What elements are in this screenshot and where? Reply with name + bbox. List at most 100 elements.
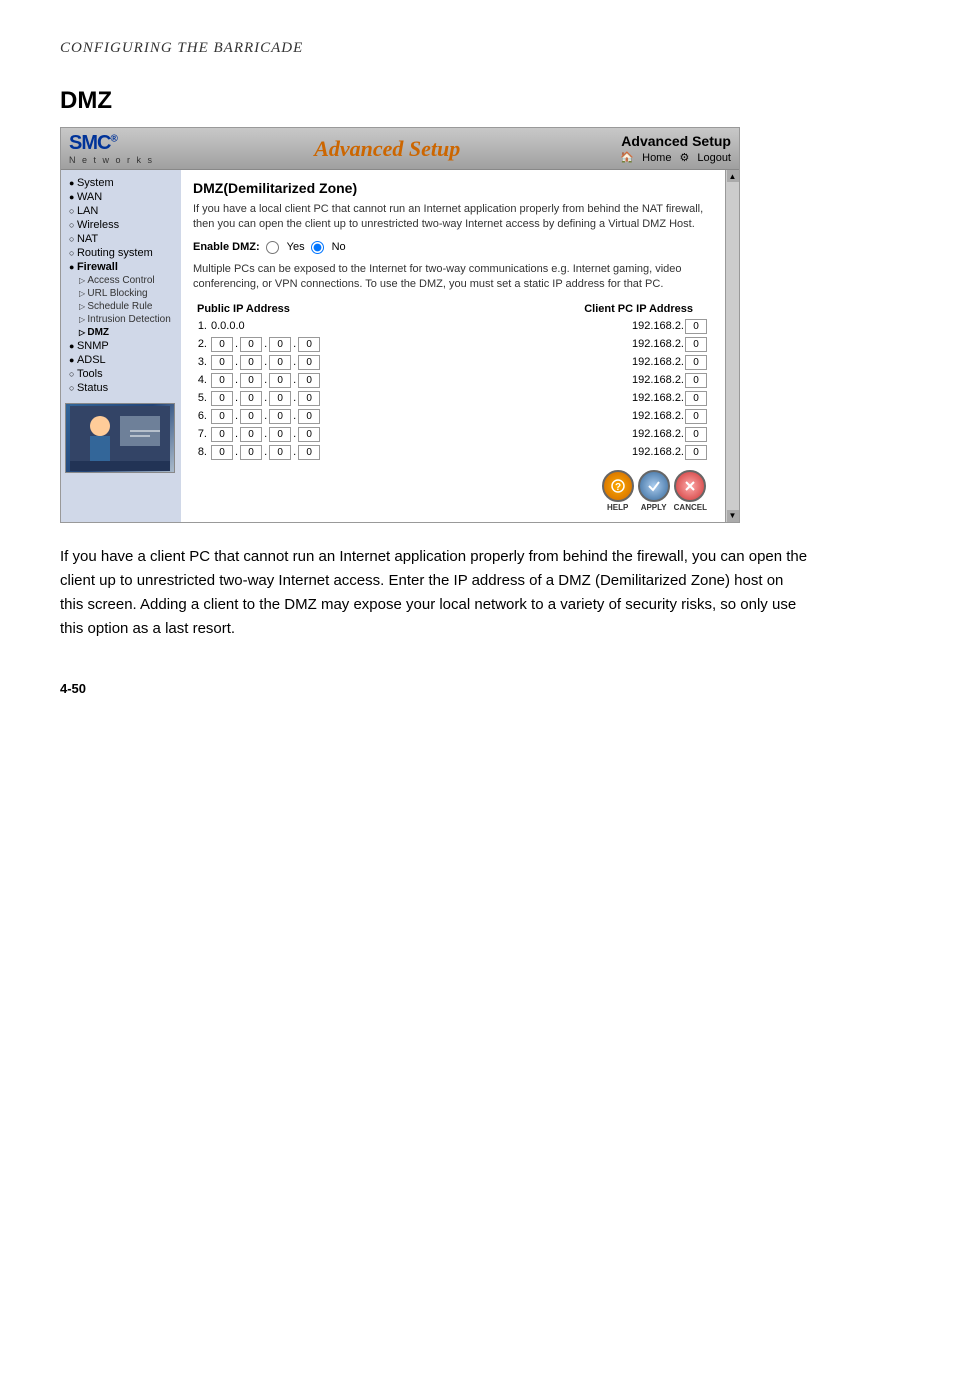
client-ip-last-2[interactable] xyxy=(685,337,707,352)
sidebar-item-wireless[interactable]: Wireless xyxy=(65,218,177,232)
public-ip-static: 0.0.0.0 xyxy=(211,320,459,332)
section-title: DMZ xyxy=(60,87,894,115)
apply-button[interactable]: APPLY xyxy=(638,470,670,512)
sidebar-item-snmp[interactable]: SNMP xyxy=(65,339,177,353)
public-ip-8-oct2[interactable] xyxy=(240,445,262,460)
home-icon: 🏠 xyxy=(620,151,634,164)
sidebar-item-nat[interactable]: NAT xyxy=(65,232,177,246)
header-title: Advanced Setup xyxy=(621,133,731,149)
client-ip-last-5[interactable] xyxy=(685,391,707,406)
sidebar-item-tools[interactable]: Tools xyxy=(65,367,177,381)
router-header: SMC® N e t w o r k s Advanced Setup Adva… xyxy=(61,128,739,170)
help-label: HELP xyxy=(607,503,628,512)
advanced-setup-graphic: Advanced Setup xyxy=(314,136,460,162)
sidebar-item-status[interactable]: Status xyxy=(65,381,177,395)
public-ip-6-oct4[interactable] xyxy=(298,409,320,424)
sidebar-item-firewall[interactable]: Firewall xyxy=(65,260,177,274)
sidebar-item-wan[interactable]: WAN xyxy=(65,190,177,204)
public-ip-7-oct3[interactable] xyxy=(269,427,291,442)
radio-no[interactable] xyxy=(311,241,324,254)
logout-link[interactable]: Logout xyxy=(697,152,731,164)
radio-no-label: No xyxy=(332,241,346,253)
public-ip-6-oct3[interactable] xyxy=(269,409,291,424)
public-ip-5-oct2[interactable] xyxy=(240,391,262,406)
sidebar-sub-intrusion[interactable]: Intrusion Detection xyxy=(79,313,177,326)
public-ip-3-oct1[interactable] xyxy=(211,355,233,370)
client-ip-last-6[interactable] xyxy=(685,409,707,424)
brand-name: SMC® xyxy=(69,132,117,155)
sidebar-item-system[interactable]: System xyxy=(65,176,177,190)
public-ip-7-oct2[interactable] xyxy=(240,427,262,442)
client-ip-last-1[interactable] xyxy=(685,319,707,334)
action-buttons: ? HELP APPLY xyxy=(193,470,727,512)
sidebar-item-adsl[interactable]: ADSL xyxy=(65,353,177,367)
smc-logo: SMC® N e t w o r k s xyxy=(69,132,154,165)
radio-yes-label: Yes xyxy=(287,241,305,253)
page-header: Configuring the Barricade xyxy=(60,40,894,57)
help-button[interactable]: ? HELP xyxy=(602,470,634,512)
public-ip-2-oct4[interactable] xyxy=(298,337,320,352)
sidebar-sub-url-blocking[interactable]: URL Blocking xyxy=(79,287,177,300)
svg-text:?: ? xyxy=(615,482,621,493)
client-ip-last-3[interactable] xyxy=(685,355,707,370)
home-link[interactable]: Home xyxy=(642,152,671,164)
public-ip-5-oct4[interactable] xyxy=(298,391,320,406)
row-number: 1. xyxy=(193,320,207,332)
scroll-down[interactable]: ▼ xyxy=(727,510,739,522)
header-nav: 🏠 Home ⚙ Logout xyxy=(620,151,731,164)
scrollbar[interactable]: ▲ ▼ xyxy=(725,170,739,522)
table-row: 8. . . . 192.168.2. xyxy=(193,445,727,460)
public-ip-4-oct3[interactable] xyxy=(269,373,291,388)
help-icon: ? xyxy=(610,478,626,494)
table-row: 4. . . . 192.168.2. xyxy=(193,373,727,388)
public-ip-3-oct4[interactable] xyxy=(298,355,320,370)
settings-icon: ⚙ xyxy=(679,151,689,164)
main-content: ▲ ▼ DMZ(Demilitarized Zone) If you have … xyxy=(181,170,739,522)
public-ip-5-oct1[interactable] xyxy=(211,391,233,406)
public-ip-4-oct1[interactable] xyxy=(211,373,233,388)
client-ip-last-8[interactable] xyxy=(685,445,707,460)
public-ip-3-oct2[interactable] xyxy=(240,355,262,370)
firewall-submenu: Access Control URL Blocking Schedule Rul… xyxy=(65,274,177,339)
enable-dmz-label: Enable DMZ: xyxy=(193,241,260,253)
table-row: 5. . . . 192.168.2. xyxy=(193,391,727,406)
public-ip-3-oct3[interactable] xyxy=(269,355,291,370)
table-row: 3. . . . 192.168.2. xyxy=(193,355,727,370)
public-ip-4-oct4[interactable] xyxy=(298,373,320,388)
cancel-label: CANCEL xyxy=(674,503,707,512)
col-client-header: Client PC IP Address xyxy=(445,303,723,315)
public-ip-7-oct4[interactable] xyxy=(298,427,320,442)
sidebar-sub-schedule-rule[interactable]: Schedule Rule xyxy=(79,300,177,313)
cancel-button[interactable]: CANCEL xyxy=(674,470,707,512)
public-ip-8-oct4[interactable] xyxy=(298,445,320,460)
col-public-header: Public IP Address xyxy=(197,303,445,315)
public-ip-8-oct3[interactable] xyxy=(269,445,291,460)
sidebar-item-routing[interactable]: Routing system xyxy=(65,246,177,260)
body-description: If you have a client PC that cannot run … xyxy=(60,545,810,641)
sidebar-item-lan[interactable]: LAN xyxy=(65,204,177,218)
table-row: 6. . . . 192.168.2. xyxy=(193,409,727,424)
radio-yes[interactable] xyxy=(266,241,279,254)
ip-table-header: Public IP Address Client PC IP Address xyxy=(193,303,727,315)
table-row: 2. . . . 192.168.2. xyxy=(193,337,727,352)
apply-icon xyxy=(646,478,662,494)
sidebar-sub-dmz[interactable]: DMZ xyxy=(79,326,177,339)
public-ip-6-oct1[interactable] xyxy=(211,409,233,424)
public-ip-2-oct3[interactable] xyxy=(269,337,291,352)
public-ip-2-oct1[interactable] xyxy=(211,337,233,352)
scroll-up[interactable]: ▲ xyxy=(727,170,739,182)
public-ip-8-oct1[interactable] xyxy=(211,445,233,460)
client-ip-last-7[interactable] xyxy=(685,427,707,442)
public-ip-6-oct2[interactable] xyxy=(240,409,262,424)
header-right: Advanced Setup 🏠 Home ⚙ Logout xyxy=(620,133,731,164)
networks-label: N e t w o r k s xyxy=(69,155,154,165)
sidebar-illustration xyxy=(70,406,170,471)
sidebar-sub-access-control[interactable]: Access Control xyxy=(79,274,177,287)
table-row: 1. 0.0.0.0 192.168.2. xyxy=(193,319,727,334)
page-footer: 4-50 xyxy=(60,681,894,696)
public-ip-2-oct2[interactable] xyxy=(240,337,262,352)
public-ip-4-oct2[interactable] xyxy=(240,373,262,388)
client-ip-last-4[interactable] xyxy=(685,373,707,388)
public-ip-7-oct1[interactable] xyxy=(211,427,233,442)
public-ip-5-oct3[interactable] xyxy=(269,391,291,406)
